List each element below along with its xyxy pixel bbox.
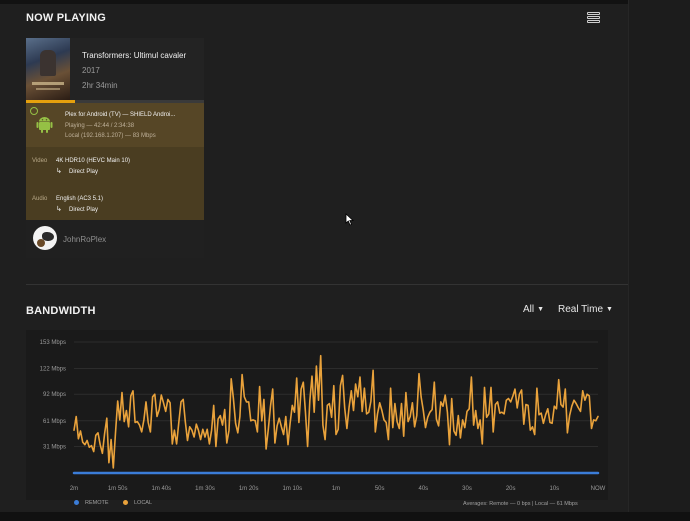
direct-play-arrow-icon: ↳ <box>56 206 62 213</box>
x-tick-label: 1m 40s <box>151 486 171 492</box>
player-name: Plex for Android (TV) — SHIELD Androi... <box>65 112 176 118</box>
y-tick-label: 61 Mbps <box>43 419 66 425</box>
filter-dropdown[interactable]: All ▼ <box>523 304 544 315</box>
legend-remote-dot <box>74 500 79 505</box>
y-tick-label: 153 Mbps <box>40 340 66 346</box>
android-icon <box>36 117 53 133</box>
user-avatar[interactable] <box>33 226 57 250</box>
session-card[interactable]: Transformers: Ultimul cavaler 2017 2hr 3… <box>26 38 204 258</box>
filter-dropdown-value: All <box>523 304 535 315</box>
video-value: 4K HDR10 (HEVC Main 10) <box>56 158 131 164</box>
bandwidth-chart[interactable]: 153 Mbps 122 Mbps 92 Mbps 61 Mbps 31 Mbps 2m 1… <box>26 330 608 500</box>
y-tick-label: 31 Mbps <box>43 444 66 450</box>
legend-remote[interactable]: REMOTE <box>74 500 109 506</box>
audio-mode: Direct Play <box>69 207 99 213</box>
x-tick-label: 50s <box>375 486 385 492</box>
direct-play-arrow-icon: ↳ <box>56 168 62 175</box>
audio-label: Audio <box>32 196 48 202</box>
x-tick-label: 1m <box>332 486 340 492</box>
list-view-icon[interactable] <box>587 12 600 23</box>
audio-value: English (AC3 5.1) <box>56 196 104 202</box>
stream-info-panel: Plex for Android (TV) — SHIELD Androi...… <box>26 103 204 220</box>
window-bottom-edge <box>0 512 690 521</box>
legend-remote-label: REMOTE <box>85 500 109 506</box>
user-row[interactable]: JohnRoPlex <box>26 220 204 258</box>
x-tick-label: 20s <box>506 486 516 492</box>
x-tick-label: 10s <box>549 486 559 492</box>
y-tick-label: 92 Mbps <box>43 392 66 398</box>
bandwidth-chart-svg: 153 Mbps 122 Mbps 92 Mbps 61 Mbps 31 Mbps 2m 1… <box>40 340 606 492</box>
section-divider <box>26 284 628 285</box>
x-tick-label: 1m 20s <box>239 486 259 492</box>
video-mode: Direct Play <box>69 169 99 175</box>
range-dropdown[interactable]: Real Time ▼ <box>558 304 613 315</box>
legend-local-dot <box>123 500 128 505</box>
bandwidth-averages: Averages: Remote — 0 bps | Local — 61 Mb… <box>463 501 578 507</box>
y-tick-label: 122 Mbps <box>40 367 66 373</box>
x-tick-label: 1m 30s <box>195 486 215 492</box>
now-playing-title: NOW PLAYING <box>26 12 107 24</box>
caret-down-icon: ▼ <box>537 306 545 313</box>
movie-poster[interactable] <box>26 38 70 100</box>
x-tick-label: 40s <box>418 486 428 492</box>
legend-local-label: LOCAL <box>134 500 153 506</box>
media-duration: 2hr 34min <box>82 81 118 90</box>
range-dropdown-value: Real Time <box>558 304 604 315</box>
lock-icon <box>30 107 38 115</box>
series-line-local <box>73 354 599 469</box>
right-panel <box>628 0 690 521</box>
x-tick-label: 2m <box>70 486 78 492</box>
x-tick-label: 30s <box>462 486 472 492</box>
connection-info: Local (192.168.1.207) — 83 Mbps <box>65 133 156 139</box>
playback-status: Playing — 42:44 / 2:34:38 <box>65 123 135 129</box>
x-tick-label: NOW <box>591 486 606 492</box>
legend-local[interactable]: LOCAL <box>123 500 152 506</box>
video-label: Video <box>32 158 48 164</box>
x-tick-label: 1m 50s <box>108 486 128 492</box>
caret-down-icon: ▼ <box>606 306 613 313</box>
media-title[interactable]: Transformers: Ultimul cavaler <box>82 51 186 60</box>
media-year: 2017 <box>82 66 100 75</box>
username[interactable]: JohnRoPlex <box>63 235 106 244</box>
bandwidth-title: BANDWIDTH <box>26 305 96 317</box>
window-top-edge <box>0 0 690 4</box>
x-tick-label: 1m 10s <box>282 486 302 492</box>
mouse-cursor-icon <box>345 213 354 226</box>
